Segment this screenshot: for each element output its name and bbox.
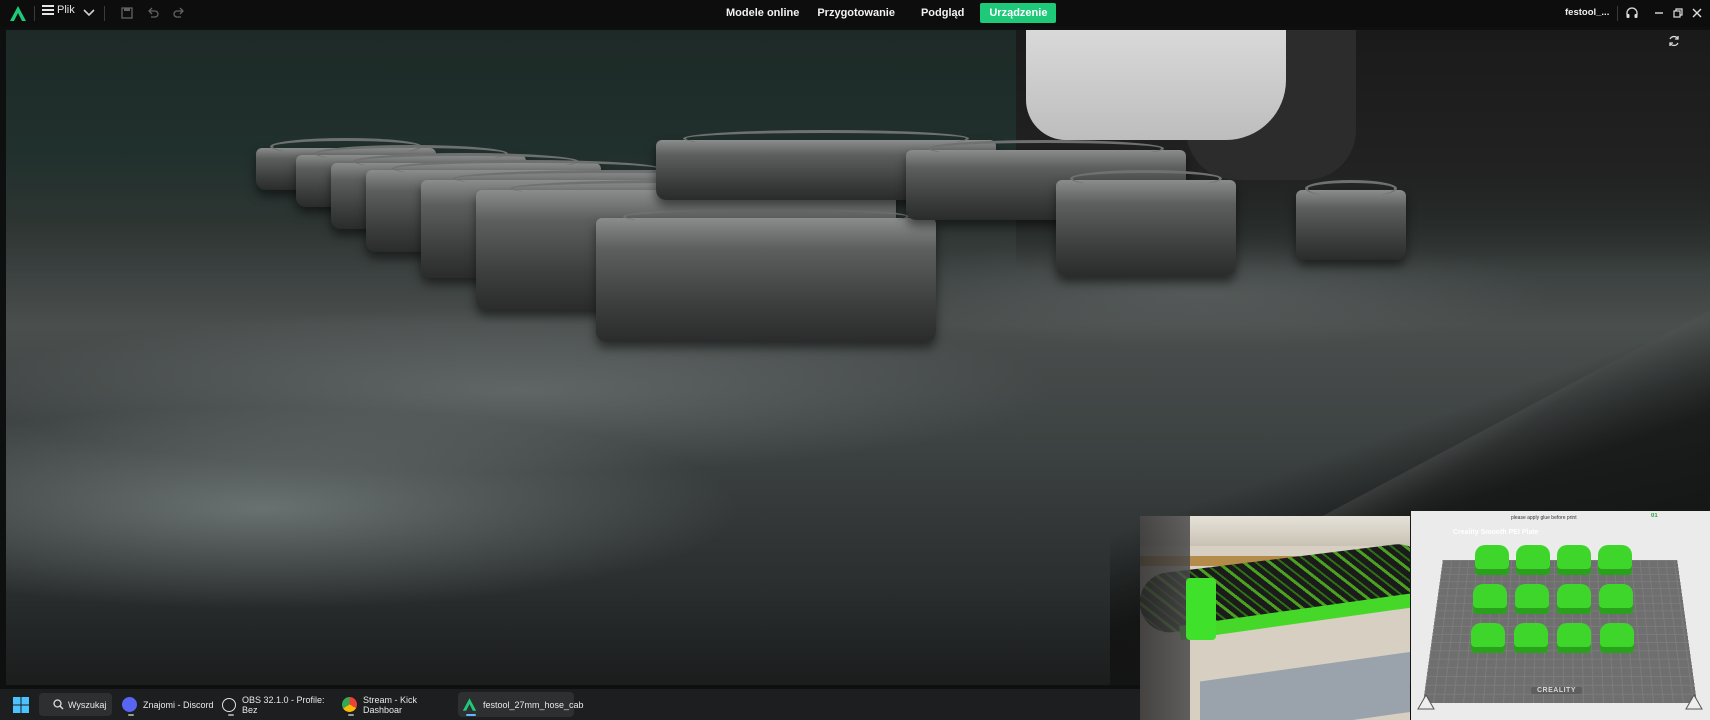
- headset-icon[interactable]: [1625, 6, 1639, 20]
- running-indicator: [228, 714, 234, 716]
- refresh-icon[interactable]: [1667, 34, 1681, 48]
- taskbar-app-obs[interactable]: OBS 32.1.0 - Profile: Bez: [218, 692, 334, 717]
- printed-part: [1296, 180, 1406, 260]
- green-part: [1599, 584, 1633, 614]
- base-plate: [1200, 650, 1410, 720]
- undo-icon[interactable]: [146, 6, 160, 20]
- green-part: [1557, 584, 1591, 614]
- chrome-icon: [342, 697, 357, 712]
- creality-icon: [462, 698, 477, 711]
- printed-part: [596, 208, 936, 342]
- chevron-down-icon[interactable]: [82, 6, 96, 20]
- running-indicator: [348, 714, 354, 716]
- tab-preview[interactable]: Podgląd: [915, 3, 970, 23]
- main-tabs: Modele online Przygotowanie Podgląd Urzą…: [720, 2, 1062, 24]
- green-part: [1598, 545, 1632, 575]
- user-name[interactable]: festool_...: [1565, 7, 1609, 18]
- minimize-icon[interactable]: [1652, 6, 1666, 20]
- green-part: [1471, 623, 1505, 653]
- green-part: [1514, 623, 1548, 653]
- restore-icon[interactable]: [1671, 6, 1685, 20]
- webcam-overlay: [1140, 516, 1410, 720]
- divider: [104, 6, 105, 21]
- discord-icon: [122, 697, 137, 712]
- hamburger-icon: [42, 5, 54, 15]
- printed-part: [1056, 170, 1236, 276]
- obs-icon: [222, 697, 236, 712]
- filament-spool: [1026, 30, 1286, 140]
- tab-device[interactable]: Urządzenie: [980, 3, 1057, 23]
- taskbar-app-creality[interactable]: festool_27mm_hose_cab: [458, 692, 584, 717]
- taskbar-app-label: festool_27mm_hose_cab: [483, 699, 584, 710]
- running-indicator: [128, 714, 134, 716]
- taskbar-app-discord[interactable]: Znajomi - Discord: [118, 692, 214, 717]
- green-part: [1473, 584, 1507, 614]
- corner-marker-icon: [1685, 694, 1703, 710]
- taskbar: Wyszukaj Znajomi - Discord OBS 32.1.0 - …: [0, 689, 1140, 720]
- file-menu-button[interactable]: Plik: [42, 4, 75, 16]
- search-label: Wyszukaj: [68, 699, 107, 710]
- green-part: [1516, 545, 1550, 575]
- green-part: [1600, 623, 1634, 653]
- title-bar: Plik Modele online Przygotowanie Podgląd…: [0, 0, 1710, 27]
- plate-name: Creality Smooth PEI Plate: [1453, 529, 1539, 536]
- plate-preview: please apply glue before print 01 Creali…: [1411, 511, 1710, 720]
- divider: [1617, 6, 1618, 21]
- running-indicator: [466, 714, 476, 716]
- windows-start-icon[interactable]: [13, 697, 29, 713]
- taskbar-search[interactable]: Wyszukaj: [39, 693, 112, 716]
- green-part: [1515, 584, 1549, 614]
- redo-icon[interactable]: [172, 6, 186, 20]
- save-icon[interactable]: [120, 6, 134, 20]
- green-part: [1475, 545, 1509, 575]
- green-part: [1557, 623, 1591, 653]
- divider: [34, 6, 35, 21]
- close-icon[interactable]: [1690, 6, 1704, 20]
- green-part: [1557, 545, 1591, 575]
- plate-number: 01: [1651, 513, 1658, 519]
- taskbar-app-chrome[interactable]: Stream - Kick Dashboar: [338, 692, 454, 717]
- taskbar-app-label: Znajomi - Discord: [143, 699, 214, 710]
- corner-marker-icon: [1417, 694, 1435, 710]
- search-icon: [53, 699, 64, 710]
- taskbar-app-label: OBS 32.1.0 - Profile: Bez: [242, 694, 325, 715]
- plate-brand: CREALITY: [1531, 687, 1582, 694]
- shadow-side: [1140, 516, 1190, 720]
- tab-online-models[interactable]: Modele online: [720, 3, 805, 23]
- tab-prepare[interactable]: Przygotowanie: [811, 3, 901, 23]
- file-menu-label: Plik: [57, 4, 75, 16]
- green-clip: [1186, 578, 1216, 640]
- taskbar-app-label: Stream - Kick Dashboar: [363, 694, 418, 715]
- app-logo-icon: [10, 6, 26, 21]
- plate-header: please apply glue before print: [1511, 515, 1577, 521]
